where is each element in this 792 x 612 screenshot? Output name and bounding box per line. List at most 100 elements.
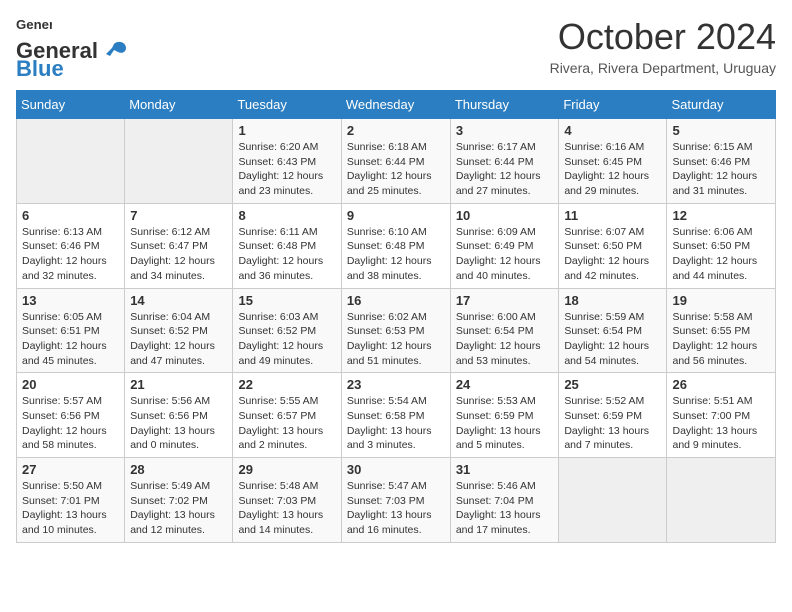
calendar-cell: 19 Sunrise: 5:58 AM Sunset: 6:55 PM Dayli… <box>667 288 776 373</box>
cell-info: Sunrise: 6:18 AM Sunset: 6:44 PM Dayligh… <box>347 140 445 199</box>
day-number: 6 <box>22 208 119 223</box>
cell-info: Sunrise: 6:10 AM Sunset: 6:48 PM Dayligh… <box>347 225 445 284</box>
cell-info: Sunrise: 6:03 AM Sunset: 6:52 PM Dayligh… <box>238 310 335 369</box>
cell-info: Sunrise: 5:54 AM Sunset: 6:58 PM Dayligh… <box>347 394 445 453</box>
calendar-week-row: 27 Sunrise: 5:50 AM Sunset: 7:01 PM Dayli… <box>17 458 776 543</box>
weekday-header-friday: Friday <box>559 91 667 119</box>
calendar-cell <box>17 119 125 204</box>
calendar-cell: 16Sunrise: 6:02 AM Sunset: 6:53 PM Dayli… <box>341 288 450 373</box>
cell-info: Sunrise: 6:12 AM Sunset: 6:47 PM Dayligh… <box>130 225 227 284</box>
calendar-cell: 21 Sunrise: 5:56 AM Sunset: 6:56 PM Dayli… <box>125 373 233 458</box>
day-number: 14 <box>130 293 227 308</box>
weekday-header-monday: Monday <box>125 91 233 119</box>
cell-info: Sunrise: 5:59 AM Sunset: 6:54 PM Dayligh… <box>564 310 661 369</box>
cell-info: Sunrise: 5:58 AM Sunset: 6:55 PM Dayligh… <box>672 310 770 369</box>
day-number: 7 <box>130 208 227 223</box>
weekday-header-thursday: Thursday <box>450 91 559 119</box>
day-number: 27 <box>22 462 119 477</box>
cell-info: Sunrise: 6:06 AM Sunset: 6:50 PM Dayligh… <box>672 225 770 284</box>
calendar-cell: 6 Sunrise: 6:13 AM Sunset: 6:46 PM Daylig… <box>17 203 125 288</box>
calendar-cell: 17 Sunrise: 6:00 AM Sunset: 6:54 PM Dayli… <box>450 288 559 373</box>
cell-info: Sunrise: 5:48 AM Sunset: 7:03 PM Dayligh… <box>238 479 335 538</box>
cell-info: Sunrise: 6:04 AM Sunset: 6:52 PM Dayligh… <box>130 310 227 369</box>
day-number: 26 <box>672 377 770 392</box>
day-number: 8 <box>238 208 335 223</box>
location-subtitle: Rivera, Rivera Department, Uruguay <box>550 60 776 76</box>
cell-info: Sunrise: 6:15 AM Sunset: 6:46 PM Dayligh… <box>672 140 770 199</box>
day-number: 22 <box>238 377 335 392</box>
cell-info: Sunrise: 5:46 AM Sunset: 7:04 PM Dayligh… <box>456 479 554 538</box>
day-number: 23 <box>347 377 445 392</box>
cell-info: Sunrise: 6:16 AM Sunset: 6:45 PM Dayligh… <box>564 140 661 199</box>
cell-info: Sunrise: 6:13 AM Sunset: 6:46 PM Dayligh… <box>22 225 119 284</box>
day-number: 28 <box>130 462 227 477</box>
cell-info: Sunrise: 6:00 AM Sunset: 6:54 PM Dayligh… <box>456 310 554 369</box>
calendar-cell: 7 Sunrise: 6:12 AM Sunset: 6:47 PM Daylig… <box>125 203 233 288</box>
calendar-cell <box>667 458 776 543</box>
day-number: 3 <box>456 123 554 138</box>
calendar-cell: 29Sunrise: 5:48 AM Sunset: 7:03 PM Dayli… <box>233 458 341 543</box>
calendar-cell: 26 Sunrise: 5:51 AM Sunset: 7:00 PM Dayli… <box>667 373 776 458</box>
weekday-header-saturday: Saturday <box>667 91 776 119</box>
calendar-cell <box>125 119 233 204</box>
logo: General General Blue <box>16 16 128 82</box>
cell-info: Sunrise: 5:51 AM Sunset: 7:00 PM Dayligh… <box>672 394 770 453</box>
day-number: 1 <box>238 123 335 138</box>
day-number: 21 <box>130 377 227 392</box>
calendar-cell: 5 Sunrise: 6:15 AM Sunset: 6:46 PM Daylig… <box>667 119 776 204</box>
calendar-cell: 12 Sunrise: 6:06 AM Sunset: 6:50 PM Dayli… <box>667 203 776 288</box>
cell-info: Sunrise: 5:56 AM Sunset: 6:56 PM Dayligh… <box>130 394 227 453</box>
day-number: 25 <box>564 377 661 392</box>
day-number: 5 <box>672 123 770 138</box>
cell-info: Sunrise: 5:49 AM Sunset: 7:02 PM Dayligh… <box>130 479 227 538</box>
calendar-cell: 2 Sunrise: 6:18 AM Sunset: 6:44 PM Daylig… <box>341 119 450 204</box>
cell-info: Sunrise: 5:47 AM Sunset: 7:03 PM Dayligh… <box>347 479 445 538</box>
calendar-cell: 23 Sunrise: 5:54 AM Sunset: 6:58 PM Dayli… <box>341 373 450 458</box>
calendar-cell: 11Sunrise: 6:07 AM Sunset: 6:50 PM Dayli… <box>559 203 667 288</box>
calendar-cell: 14 Sunrise: 6:04 AM Sunset: 6:52 PM Dayli… <box>125 288 233 373</box>
calendar-week-row: 13 Sunrise: 6:05 AM Sunset: 6:51 PM Dayli… <box>17 288 776 373</box>
day-number: 19 <box>672 293 770 308</box>
logo-blue: Blue <box>16 56 64 82</box>
cell-info: Sunrise: 6:20 AM Sunset: 6:43 PM Dayligh… <box>238 140 335 199</box>
day-number: 16 <box>347 293 445 308</box>
logo-icon: General <box>16 16 52 36</box>
day-number: 13 <box>22 293 119 308</box>
calendar-cell: 27 Sunrise: 5:50 AM Sunset: 7:01 PM Dayli… <box>17 458 125 543</box>
calendar-cell: 1 Sunrise: 6:20 AM Sunset: 6:43 PM Daylig… <box>233 119 341 204</box>
weekday-header-sunday: Sunday <box>17 91 125 119</box>
cell-info: Sunrise: 6:05 AM Sunset: 6:51 PM Dayligh… <box>22 310 119 369</box>
weekday-header-wednesday: Wednesday <box>341 91 450 119</box>
logo-bird-icon <box>100 40 128 62</box>
cell-info: Sunrise: 6:17 AM Sunset: 6:44 PM Dayligh… <box>456 140 554 199</box>
day-number: 31 <box>456 462 554 477</box>
cell-info: Sunrise: 6:11 AM Sunset: 6:48 PM Dayligh… <box>238 225 335 284</box>
calendar-cell: 22 Sunrise: 5:55 AM Sunset: 6:57 PM Dayli… <box>233 373 341 458</box>
cell-info: Sunrise: 5:55 AM Sunset: 6:57 PM Dayligh… <box>238 394 335 453</box>
calendar-table: SundayMondayTuesdayWednesdayThursdayFrid… <box>16 90 776 543</box>
calendar-cell: 24Sunrise: 5:53 AM Sunset: 6:59 PM Dayli… <box>450 373 559 458</box>
day-number: 12 <box>672 208 770 223</box>
calendar-cell: 3 Sunrise: 6:17 AM Sunset: 6:44 PM Daylig… <box>450 119 559 204</box>
calendar-cell: 15Sunrise: 6:03 AM Sunset: 6:52 PM Dayli… <box>233 288 341 373</box>
month-year-title: October 2024 <box>550 16 776 58</box>
calendar-cell: 28 Sunrise: 5:49 AM Sunset: 7:02 PM Dayli… <box>125 458 233 543</box>
day-number: 17 <box>456 293 554 308</box>
day-number: 18 <box>564 293 661 308</box>
day-number: 30 <box>347 462 445 477</box>
calendar-cell: 10Sunrise: 6:09 AM Sunset: 6:49 PM Dayli… <box>450 203 559 288</box>
calendar-cell: 30 Sunrise: 5:47 AM Sunset: 7:03 PM Dayli… <box>341 458 450 543</box>
calendar-cell: 31 Sunrise: 5:46 AM Sunset: 7:04 PM Dayli… <box>450 458 559 543</box>
page-header: General General Blue October 2024 Rivera… <box>16 16 776 82</box>
calendar-cell: 4Sunrise: 6:16 AM Sunset: 6:45 PM Daylig… <box>559 119 667 204</box>
calendar-cell: 18 Sunrise: 5:59 AM Sunset: 6:54 PM Dayli… <box>559 288 667 373</box>
cell-info: Sunrise: 5:57 AM Sunset: 6:56 PM Dayligh… <box>22 394 119 453</box>
cell-info: Sunrise: 5:50 AM Sunset: 7:01 PM Dayligh… <box>22 479 119 538</box>
weekday-header-tuesday: Tuesday <box>233 91 341 119</box>
cell-info: Sunrise: 5:52 AM Sunset: 6:59 PM Dayligh… <box>564 394 661 453</box>
day-number: 11 <box>564 208 661 223</box>
cell-info: Sunrise: 6:09 AM Sunset: 6:49 PM Dayligh… <box>456 225 554 284</box>
calendar-cell: 25 Sunrise: 5:52 AM Sunset: 6:59 PM Dayli… <box>559 373 667 458</box>
calendar-week-row: 20Sunrise: 5:57 AM Sunset: 6:56 PM Dayli… <box>17 373 776 458</box>
day-number: 2 <box>347 123 445 138</box>
